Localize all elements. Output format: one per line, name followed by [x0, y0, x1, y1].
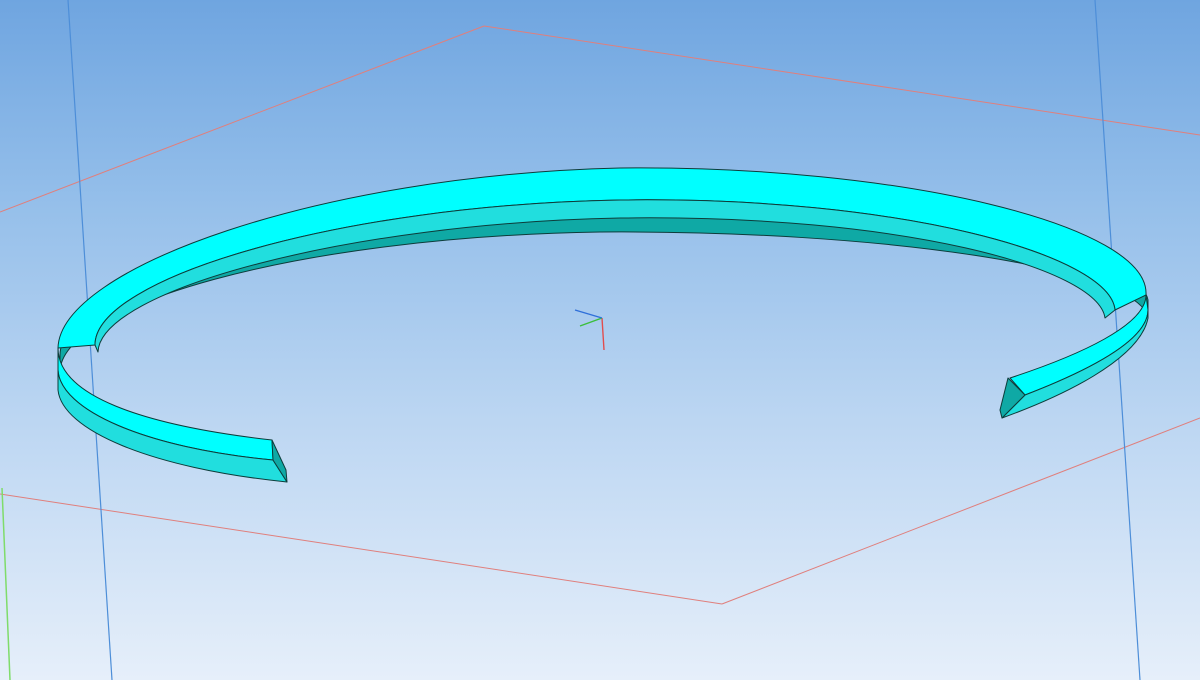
axis-z-line: [574, 309, 603, 319]
plane-edge-top-left: [0, 25, 485, 213]
origin-axis-triad: [574, 309, 605, 351]
scene-canvas[interactable]: [0, 0, 1200, 680]
construction-plane: [0, 25, 1200, 605]
axis-y-line: [579, 317, 603, 327]
left-edge-line: [1, 487, 11, 680]
plane-edge-bottom-left: [0, 493, 723, 605]
plane-edge-top-right: [483, 25, 1200, 136]
axis-x-line: [601, 317, 605, 351]
3d-viewport[interactable]: [0, 0, 1200, 680]
